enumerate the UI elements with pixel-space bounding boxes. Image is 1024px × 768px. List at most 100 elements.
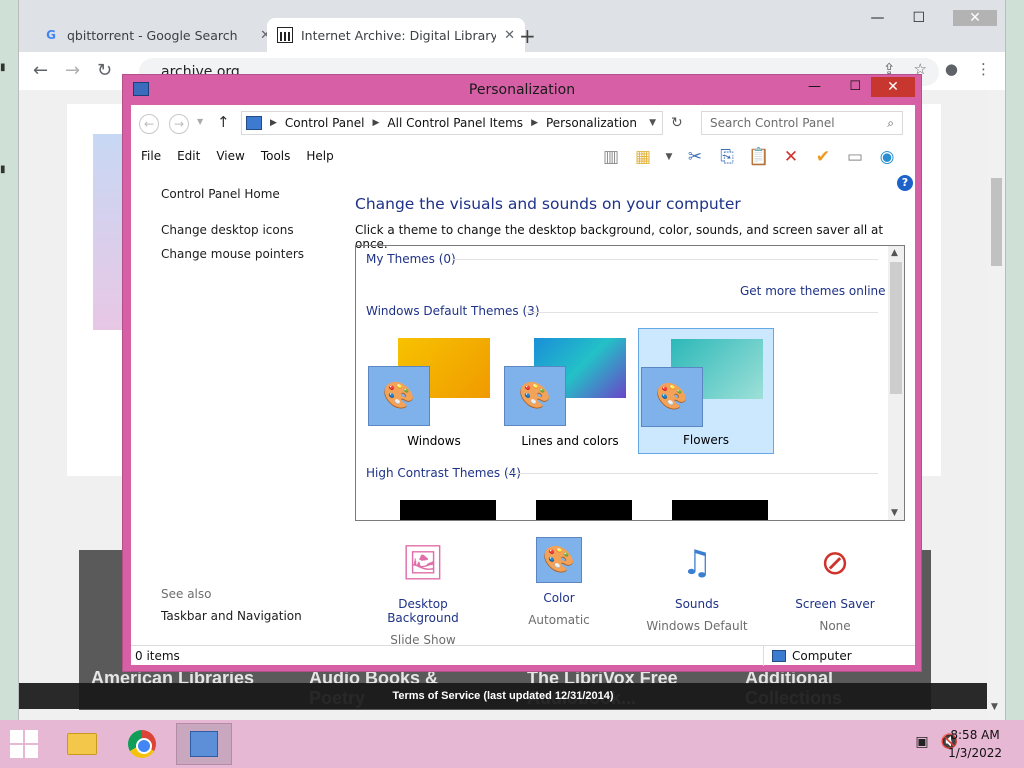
- group-divider: [452, 259, 878, 260]
- menu-help[interactable]: Help: [306, 149, 333, 163]
- control-panel-taskbar-button[interactable]: [176, 723, 232, 765]
- status-location-text: Computer: [792, 649, 852, 663]
- scrollbar-thumb[interactable]: [991, 178, 1002, 266]
- checkmark-icon[interactable]: ✔: [811, 145, 835, 169]
- scroll-down-arrow[interactable]: ▼: [891, 508, 898, 518]
- forward-icon[interactable]: →: [65, 60, 80, 81]
- taskbar: ▣ 🔇 8:58 AM 1/3/2022: [0, 720, 1024, 768]
- scroll-down-arrow[interactable]: ▼: [991, 702, 998, 712]
- sidebar-item-home[interactable]: Control Panel Home: [161, 187, 304, 201]
- clock[interactable]: 8:58 AM 1/3/2022: [948, 726, 1002, 762]
- cut-icon[interactable]: ✂: [683, 145, 707, 169]
- theme-name: Lines and colors: [521, 434, 619, 448]
- sidebar: Control Panel Home Change desktop icons …: [161, 187, 304, 271]
- maximize-button[interactable]: ☐: [912, 10, 925, 26]
- search-icon[interactable]: ⌕: [887, 112, 894, 134]
- menu-edit[interactable]: Edit: [177, 149, 200, 163]
- recent-pages-dropdown[interactable]: ▼: [197, 117, 203, 126]
- forward-button[interactable]: →: [169, 114, 189, 134]
- sounds-option[interactable]: ♫ Sounds Windows Default: [637, 537, 757, 633]
- see-also-taskbar-navigation[interactable]: Taskbar and Navigation: [161, 609, 302, 623]
- new-tab-button[interactable]: +: [519, 24, 536, 48]
- option-value: Windows Default: [646, 619, 748, 633]
- option-title[interactable]: Color: [499, 591, 619, 605]
- network-icon[interactable]: ▣: [915, 734, 928, 750]
- theme-lines-and-colors[interactable]: 🎨 Lines and colors: [502, 328, 638, 454]
- address-row: ← → ▼ ↑ ▶ Control Panel ▶ All Control Pa…: [131, 111, 915, 137]
- computer-icon: [246, 116, 262, 130]
- clock-date: 1/3/2022: [948, 746, 1002, 760]
- minimize-button[interactable]: —: [870, 10, 884, 26]
- themes-scrollbar[interactable]: ▲ ▼: [888, 246, 904, 520]
- high-contrast-theme[interactable]: [536, 500, 632, 520]
- group-header-my-themes: My Themes (0): [366, 252, 456, 266]
- sidebar-item-mouse-pointers[interactable]: Change mouse pointers: [161, 247, 304, 261]
- group-header-high-contrast: High Contrast Themes (4): [366, 466, 521, 480]
- copy-icon[interactable]: ⎘: [715, 145, 739, 169]
- folder-options-icon[interactable]: ▦: [631, 145, 655, 169]
- properties-icon[interactable]: ▭: [843, 145, 867, 169]
- option-title[interactable]: Desktop Background: [363, 597, 483, 625]
- item-count: 0 items: [135, 649, 180, 663]
- search-input[interactable]: Search Control Panel ⌕: [701, 111, 903, 135]
- help-icon[interactable]: ?: [897, 175, 913, 191]
- profile-icon[interactable]: ●: [945, 60, 958, 78]
- globe-icon[interactable]: ◉: [875, 145, 899, 169]
- maximize-button[interactable]: ☐: [849, 79, 861, 94]
- refresh-icon[interactable]: ↻: [671, 115, 683, 131]
- file-explorer-taskbar-button[interactable]: [54, 723, 110, 765]
- tab-google-search[interactable]: G qbittorrent - Google Search ✕: [33, 18, 281, 52]
- back-icon[interactable]: ←: [33, 60, 48, 81]
- menu-tools[interactable]: Tools: [261, 149, 291, 163]
- get-more-themes-link[interactable]: Get more themes online: [740, 284, 886, 298]
- folder-icon: [67, 733, 97, 755]
- menu-view[interactable]: View: [216, 149, 244, 163]
- option-title[interactable]: Screen Saver: [775, 597, 895, 611]
- theme-flowers[interactable]: 🎨 Flowers: [638, 328, 774, 454]
- breadcrumb-item[interactable]: Personalization: [546, 116, 637, 130]
- reload-icon[interactable]: ↻: [97, 60, 112, 81]
- menu-kebab-icon[interactable]: ⋮: [976, 60, 991, 78]
- breadcrumb-item[interactable]: Control Panel: [285, 116, 365, 130]
- back-button[interactable]: ←: [139, 114, 159, 134]
- terms-of-service-bar[interactable]: Terms of Service (last updated 12/31/201…: [19, 683, 987, 709]
- up-arrow-icon[interactable]: ↑: [217, 113, 230, 131]
- scrollbar-thumb[interactable]: [890, 262, 902, 394]
- screen-saver-option[interactable]: ⊘ Screen Saver None: [775, 537, 895, 633]
- option-value: None: [819, 619, 851, 633]
- group-divider: [506, 473, 878, 474]
- close-button[interactable]: ✕: [871, 77, 915, 97]
- desktop-background-option[interactable]: 🖼 Desktop Background Slide Show: [363, 537, 483, 647]
- computer-icon: [772, 650, 786, 662]
- breadcrumb-item[interactable]: All Control Panel Items: [387, 116, 523, 130]
- chrome-icon: [128, 730, 156, 758]
- chevron-down-icon[interactable]: ▼: [663, 145, 675, 169]
- minimize-button[interactable]: —: [808, 79, 821, 94]
- start-button[interactable]: [10, 730, 38, 758]
- close-tab-icon[interactable]: ✕: [504, 28, 515, 43]
- chevron-right-icon: ▶: [270, 118, 277, 128]
- preview-pane-icon[interactable]: ▥: [599, 145, 623, 169]
- color-palette-icon: 🎨: [504, 366, 566, 426]
- themes-list: My Themes (0) Get more themes online Win…: [355, 245, 905, 521]
- chrome-taskbar-button[interactable]: [114, 723, 170, 765]
- chevron-down-icon[interactable]: ▼: [649, 118, 656, 128]
- breadcrumb[interactable]: ▶ Control Panel ▶ All Control Panel Item…: [241, 111, 663, 135]
- scroll-up-arrow[interactable]: ▲: [891, 248, 898, 258]
- high-contrast-theme[interactable]: [672, 500, 768, 520]
- toolbar: ▥ ▦ ▼ ✂ ⎘ 📋 ✕ ✔ ▭ ◉: [599, 145, 899, 169]
- color-option[interactable]: 🎨 Color Automatic: [499, 537, 619, 627]
- color-palette-icon: 🎨: [368, 366, 430, 426]
- paste-icon[interactable]: 📋: [747, 145, 771, 169]
- tab-title: Internet Archive: Digital Library o: [301, 27, 497, 43]
- close-button[interactable]: ✕: [953, 10, 997, 26]
- page-scrollbar[interactable]: ▼: [987, 90, 1005, 720]
- tab-internet-archive[interactable]: Internet Archive: Digital Library o ✕: [267, 18, 525, 52]
- chevron-right-icon: ▶: [531, 118, 538, 128]
- high-contrast-theme[interactable]: [400, 500, 496, 520]
- delete-icon[interactable]: ✕: [779, 145, 803, 169]
- theme-windows[interactable]: 🎨 Windows: [366, 328, 502, 454]
- sidebar-item-desktop-icons[interactable]: Change desktop icons: [161, 223, 304, 237]
- menu-file[interactable]: File: [141, 149, 161, 163]
- option-title[interactable]: Sounds: [637, 597, 757, 611]
